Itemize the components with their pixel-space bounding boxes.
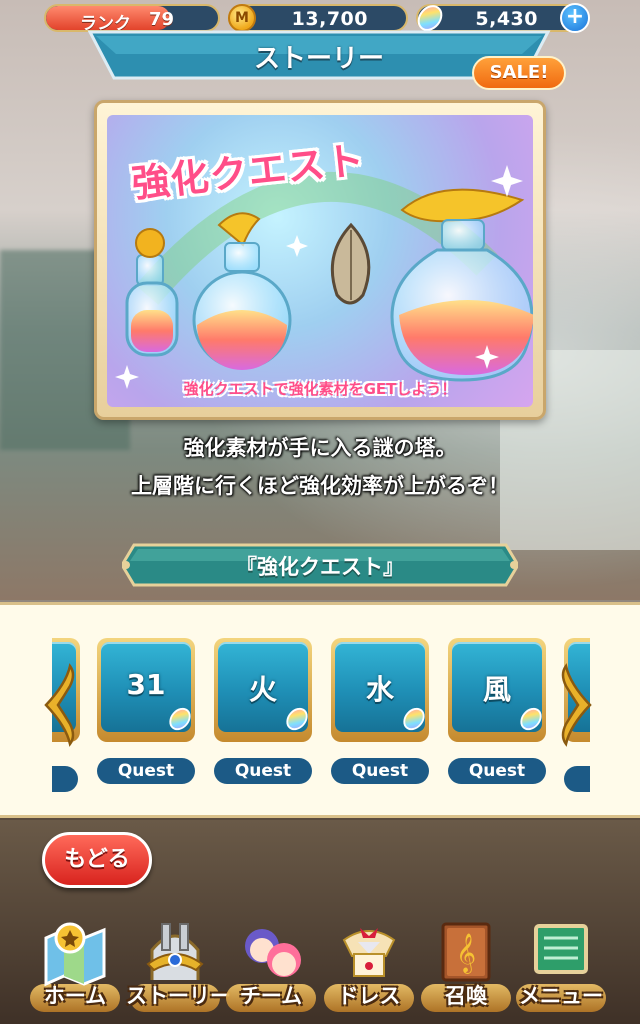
quest-item-1[interactable]: 31 Quest xyxy=(97,638,195,784)
quest-tile[interactable]: 水 xyxy=(331,638,429,742)
quest-item-3[interactable]: 水 Quest xyxy=(331,638,429,784)
description-line-1: 強化素材が手に入る謎の塔。 xyxy=(183,436,457,460)
quest-label: 風 xyxy=(482,673,511,706)
nav-label: チーム xyxy=(239,984,303,1008)
map-icon xyxy=(44,922,106,986)
nav-label: ドレス xyxy=(337,984,401,1008)
quest-pill: Quest xyxy=(448,758,546,784)
coin-icon: M xyxy=(228,4,256,32)
rainbow-gem-icon xyxy=(403,707,425,731)
event-banner-caption: 強化クエストで強化素材をGETしよう！ xyxy=(183,380,457,398)
coin-value: 13,700 xyxy=(291,8,368,30)
dress-icon xyxy=(342,928,396,977)
rank-label: ランク xyxy=(80,14,131,32)
quest-face: 31 xyxy=(101,642,191,732)
nav-home[interactable]: ホーム xyxy=(26,920,124,1020)
quest-face: 風 xyxy=(452,642,542,732)
section-title-banner: 『強化クエスト』 xyxy=(120,543,520,587)
nav-label: ストーリー xyxy=(126,984,231,1008)
quest-tile[interactable]: 風 xyxy=(448,638,546,742)
quest-tile[interactable]: 火 xyxy=(214,638,312,742)
quest-label: 火 xyxy=(248,673,277,706)
gate-icon xyxy=(146,923,204,980)
rank-pill: ランク 79 xyxy=(44,4,220,32)
gem-pill: 5,430 + xyxy=(416,3,590,33)
quest-item-2[interactable]: 火 Quest xyxy=(214,638,312,784)
section-title: 『強化クエスト』 xyxy=(236,555,404,579)
svg-text:𝄞: 𝄞 xyxy=(456,933,476,974)
quest-pill: Quest xyxy=(97,758,195,784)
add-gems-button[interactable]: + xyxy=(560,3,590,33)
team-icon xyxy=(245,929,301,977)
quest-face: 火 xyxy=(218,642,308,732)
nav-story[interactable]: ストーリー xyxy=(126,920,231,1020)
quest-pill-partial-right xyxy=(564,766,590,792)
coin-pill: M 13,700 xyxy=(228,4,408,32)
nav-team[interactable]: チーム xyxy=(222,920,320,1020)
quest-label: 31 xyxy=(126,668,166,701)
back-button[interactable]: もどる xyxy=(42,832,152,888)
nav-label: ホーム xyxy=(43,984,107,1008)
description-line-2: 上層階に行くほど強化効率が上がるぞ！ xyxy=(131,474,509,498)
carousel-right-arrow-icon[interactable] xyxy=(556,662,596,748)
nav-label: 召喚 xyxy=(445,984,487,1008)
sale-badge[interactable]: SALE! xyxy=(472,56,566,90)
rank-value: 79 xyxy=(148,9,174,30)
event-banner-card[interactable]: 強化クエスト 強化クエストで強化素材をGETしよう！ xyxy=(94,100,546,420)
event-banner-image: 強化クエスト 強化クエストで強化素材をGETしよう！ xyxy=(107,115,533,407)
quest-item-4[interactable]: 風 Quest xyxy=(448,638,546,784)
book-icon: 𝄞 xyxy=(441,922,491,982)
quest-label: 水 xyxy=(365,673,394,706)
quest-pill: Quest xyxy=(214,758,312,784)
rainbow-gem-icon xyxy=(520,707,542,731)
quest-face: 水 xyxy=(335,642,425,732)
menu-board-icon xyxy=(534,924,588,974)
carousel-left-arrow-icon[interactable] xyxy=(40,662,80,748)
quest-tile[interactable]: 31 xyxy=(97,638,195,742)
nav-menu[interactable]: メニュー xyxy=(512,920,610,1020)
nav-dress[interactable]: ドレス xyxy=(320,920,418,1020)
quest-pill: Quest xyxy=(331,758,429,784)
gem-value: 5,430 xyxy=(475,8,538,30)
rainbow-gem-icon xyxy=(286,707,308,731)
quest-pill-partial-left xyxy=(52,766,78,792)
rainbow-gem-icon xyxy=(169,707,191,731)
nav-summon[interactable]: 𝄞 召喚 xyxy=(417,920,515,1020)
nav-label: メニュー xyxy=(519,984,603,1008)
